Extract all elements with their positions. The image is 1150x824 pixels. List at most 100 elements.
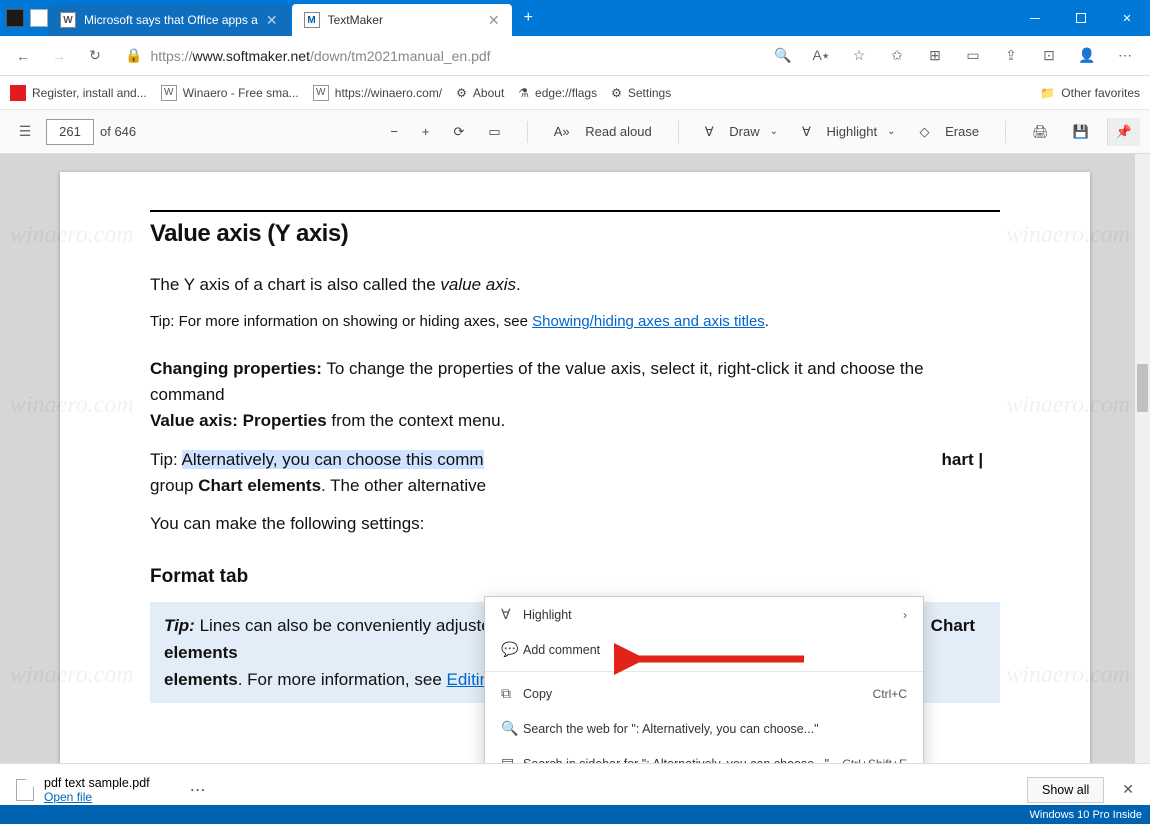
bookmark-item[interactable]: ⚙Settings (611, 86, 671, 100)
app-icon-2 (30, 9, 48, 27)
new-tab-button[interactable]: + (512, 0, 545, 36)
collections-button[interactable]: ⊞ (918, 41, 952, 71)
sidebar-button[interactable]: ⊡ (1032, 41, 1066, 71)
draw-button[interactable]: ∀ Draw ⌄ (699, 120, 784, 144)
maximize-button[interactable] (1058, 0, 1104, 36)
chevron-down-icon: ⌄ (770, 126, 778, 137)
taskbar: Windows 10 Pro Inside (0, 805, 1150, 824)
close-icon[interactable]: ✕ (488, 12, 500, 29)
close-icon[interactable]: ✕ (266, 12, 278, 29)
pdf-toolbar: ☰ 261 of 646 − + ⟳ ▭ A» Read aloud ∀ Dra… (0, 110, 1150, 154)
close-button[interactable]: ✕ (1104, 0, 1150, 36)
open-file-link[interactable]: Open file (44, 790, 92, 804)
zoom-out-button[interactable]: − (384, 120, 404, 143)
favorite-button[interactable]: ☆ (842, 41, 876, 71)
section-heading: Format tab (150, 566, 1000, 588)
tab-favicon: W (60, 12, 76, 28)
zoom-button[interactable]: 🔍 (766, 41, 800, 71)
url-scheme: https:// (150, 48, 192, 64)
pen-icon: ∀ (705, 124, 714, 140)
tab-inactive[interactable]: W Microsoft says that Office apps a ✕ (48, 4, 290, 36)
read-aloud-button[interactable]: A» Read aloud (548, 120, 658, 143)
tab-title: Microsoft says that Office apps a (84, 13, 258, 27)
minimize-button[interactable] (1012, 0, 1058, 36)
print-button[interactable]: 🖨 (1026, 120, 1055, 144)
tab-title: TextMaker (328, 13, 383, 27)
paragraph: Changing properties: To change the prope… (150, 356, 1000, 435)
highlighter-icon: ∀ (501, 606, 523, 623)
contents-button[interactable]: ☰ (10, 117, 40, 147)
url-input[interactable]: 🔒 https://www.softmaker.net/down/tm2021m… (116, 41, 760, 71)
pdf-viewport[interactable]: Value axis (Y axis) The Y axis of a char… (0, 154, 1150, 763)
watermark: winaero.com (1006, 662, 1130, 689)
menu-item-highlight[interactable]: ∀Highlight› (485, 597, 923, 632)
menu-item-search-sidebar[interactable]: ▤Search in sidebar for ": Alternatively,… (485, 746, 923, 763)
read-button[interactable]: A٭ (804, 41, 838, 71)
erase-button[interactable]: ◇ Erase (914, 120, 986, 144)
fit-page-button[interactable]: ▭ (482, 120, 506, 144)
search-icon: 🔍 (501, 720, 523, 737)
back-button[interactable]: ← (8, 41, 38, 71)
show-all-button[interactable]: Show all (1027, 777, 1104, 803)
watermark: winaero.com (10, 222, 134, 249)
pin-button[interactable]: 📌 (1107, 118, 1140, 146)
download-item[interactable]: pdf text sample.pdf Open file ⋯ (16, 776, 206, 804)
paragraph: Tip: Alternatively, you can choose this … (150, 447, 1000, 500)
page-number-input[interactable]: 261 (46, 119, 94, 145)
save-button[interactable]: 💾 (1067, 120, 1095, 144)
forward-button: → (44, 41, 74, 71)
close-icon[interactable]: ✕ (1122, 781, 1134, 798)
download-menu[interactable]: ⋯ (190, 780, 206, 800)
eraser-icon: ◇ (920, 124, 930, 140)
paragraph: Tip: For more information on showing or … (150, 310, 1000, 333)
chevron-right-icon: › (903, 608, 907, 622)
speaker-icon: A» (554, 124, 570, 139)
lock-icon: 🔒 (125, 47, 142, 64)
menu-button[interactable]: ⋯ (1108, 41, 1142, 71)
app-icon (6, 9, 24, 27)
scroll-thumb[interactable] (1137, 364, 1148, 412)
tab-active[interactable]: M TextMaker ✕ (292, 4, 512, 36)
bookmark-item[interactable]: ⚗edge://flags (518, 86, 597, 100)
address-bar: ← → ↻ 🔒 https://www.softmaker.net/down/t… (0, 36, 1150, 76)
zoom-in-button[interactable]: + (416, 120, 436, 143)
paragraph: You can make the following settings: (150, 511, 1000, 537)
sidebar-icon: ▤ (501, 755, 523, 763)
bookmarks-bar: Register, install and... WWinaero - Free… (0, 76, 1150, 110)
annotation-arrow (614, 642, 814, 676)
refresh-button[interactable]: ↻ (80, 41, 110, 71)
qr-button[interactable]: ▭ (956, 41, 990, 71)
bookmark-item[interactable]: ⚙About (456, 86, 504, 100)
favorites-list-button[interactable]: ✩ (880, 41, 914, 71)
rotate-button[interactable]: ⟳ (448, 120, 471, 144)
highlight-button[interactable]: ∀ Highlight ⌄ (796, 120, 902, 144)
chevron-down-icon: ⌄ (887, 126, 895, 137)
download-filename: pdf text sample.pdf (44, 776, 150, 790)
gear-icon: ⚙ (611, 86, 622, 100)
scrollbar[interactable] (1135, 154, 1150, 763)
copy-icon: ⧉ (501, 685, 523, 702)
watermark: winaero.com (1006, 222, 1130, 249)
os-label: Windows 10 Pro Inside (1030, 809, 1143, 821)
other-favorites[interactable]: 📁Other favorites (1040, 86, 1140, 100)
profile-button[interactable]: 👤 (1070, 41, 1104, 71)
url-path: /down/tm2021manual_en.pdf (310, 48, 491, 64)
url-host: www.softmaker.net (192, 48, 310, 64)
menu-item-copy[interactable]: ⧉CopyCtrl+C (485, 676, 923, 711)
watermark: winaero.com (1006, 392, 1130, 419)
share-button[interactable]: ⇪ (994, 41, 1028, 71)
bookmark-item[interactable]: WWinaero - Free sma... (161, 85, 299, 101)
bookmark-item[interactable]: Register, install and... (10, 85, 147, 101)
comment-icon: 💬 (501, 641, 523, 658)
bookmark-icon: W (313, 85, 329, 101)
watermark: winaero.com (10, 392, 134, 419)
folder-icon: 📁 (1040, 86, 1055, 100)
paragraph: The Y axis of a chart is also called the… (150, 272, 1000, 298)
bookmark-icon (10, 85, 26, 101)
context-menu: ∀Highlight› 💬Add comment ⧉CopyCtrl+C 🔍Se… (484, 596, 924, 763)
menu-item-search-web[interactable]: 🔍Search the web for ": Alternatively, yo… (485, 711, 923, 746)
hyperlink[interactable]: Showing/hiding axes and axis titles (532, 313, 765, 330)
window-titlebar: W Microsoft says that Office apps a ✕ M … (0, 0, 1150, 36)
tab-favicon: M (304, 12, 320, 28)
bookmark-item[interactable]: Whttps://winaero.com/ (313, 85, 442, 101)
